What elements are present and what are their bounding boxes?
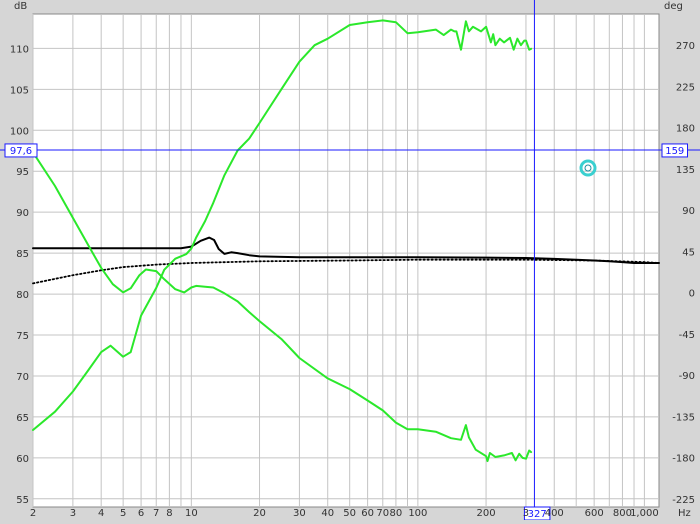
right-tick-label: 270: [676, 41, 695, 52]
right-tick-label: 180: [676, 124, 695, 135]
right-tick-label: -90: [679, 371, 695, 382]
right-tick-label: 0: [689, 289, 695, 300]
x-tick-label: 80: [390, 508, 403, 519]
right-tick-label: -225: [672, 495, 695, 506]
x-tick-label: 30: [293, 508, 306, 519]
chart-svg: 97,6 159327 556065707580859095100105110-2…: [0, 0, 700, 521]
x-tick-label: 20: [253, 508, 266, 519]
x-tick-label: 2: [30, 508, 36, 519]
right-tick-label: 225: [676, 82, 695, 93]
left-tick-label: 110: [10, 44, 29, 55]
frequency-response-chart: 97,6 159 327 55 60 65 70 75 80 85 90 95 100 105 110 -2…: [0, 0, 700, 521]
left-tick-label: 80: [16, 290, 29, 301]
left-tick-label: 55: [16, 495, 29, 506]
x-tick-label: 70: [376, 508, 389, 519]
x-tick-label: 50: [343, 508, 356, 519]
right-tick-label: -135: [672, 412, 695, 423]
right-tick-label: -180: [672, 454, 695, 465]
left-tick-label: 70: [16, 372, 29, 383]
x-tick-label: 10: [185, 508, 198, 519]
right-axis-unit: deg: [664, 1, 683, 12]
x-tick-label: 100: [408, 508, 427, 519]
right-tick-label: 90: [682, 206, 695, 217]
x-tick-label: 3: [70, 508, 76, 519]
x-axis-unit: Hz: [678, 508, 691, 519]
right-tick-label: 45: [682, 247, 695, 258]
left-tick-label: 100: [10, 126, 29, 137]
x-tick-label: 5: [120, 508, 126, 519]
left-tick-label: 105: [10, 85, 29, 96]
x-tick-label: 200: [477, 508, 496, 519]
x-tick-label: 3: [523, 508, 529, 519]
cursor-left-readout: 97,6: [10, 146, 32, 157]
x-tick-label: 600: [585, 508, 604, 519]
left-axis-unit: dB: [14, 1, 27, 12]
x-tick-label: 400: [545, 508, 564, 519]
left-tick-label: 65: [16, 413, 29, 424]
left-tick-label: 95: [16, 167, 29, 178]
x-tick-label: 60: [361, 508, 374, 519]
x-tick-label: 6: [138, 508, 144, 519]
left-tick-label: 60: [16, 454, 29, 465]
right-tick-label: 135: [676, 165, 695, 176]
x-tick-label: 40: [321, 508, 334, 519]
ring-inner: [584, 164, 592, 172]
x-tick-label: 7: [153, 508, 159, 519]
left-tick-label: 90: [16, 208, 29, 219]
x-tick-label: 4: [98, 508, 104, 519]
right-tick-label: -45: [679, 330, 695, 341]
x-tick-label: 8: [166, 508, 172, 519]
cursor-right-readout: 159: [665, 146, 684, 157]
left-tick-label: 75: [16, 331, 29, 342]
left-tick-label: 85: [16, 249, 29, 260]
x-tick-label: 1,000: [630, 508, 659, 519]
